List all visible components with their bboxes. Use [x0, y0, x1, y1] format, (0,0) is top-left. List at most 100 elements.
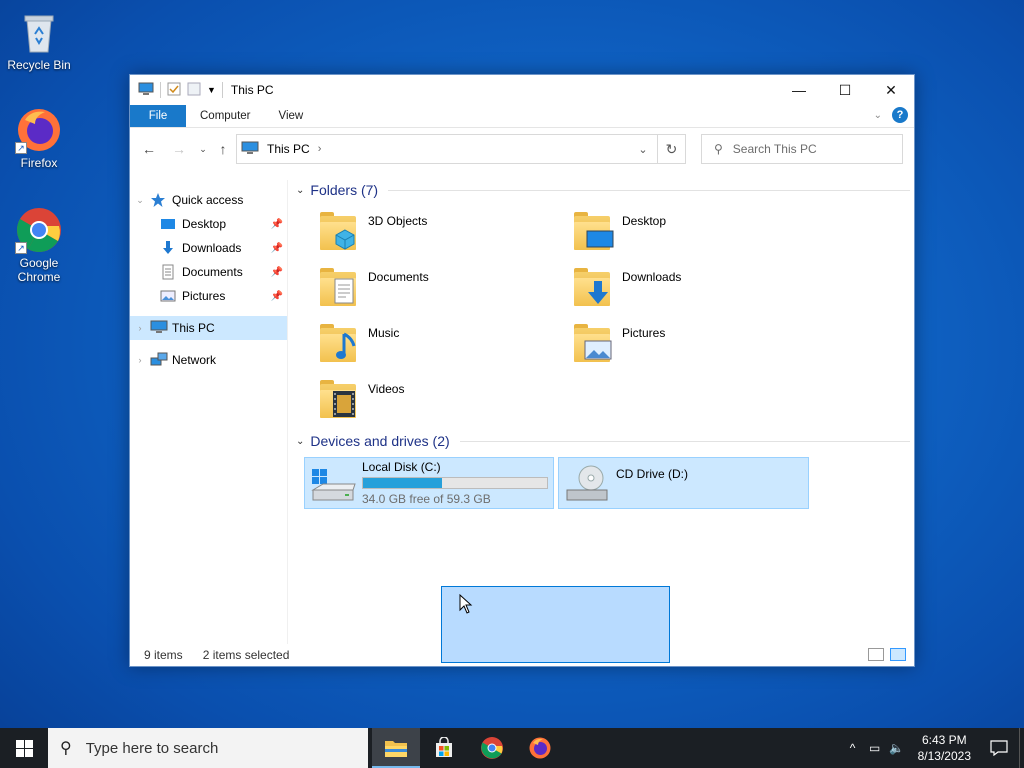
address-dropdown-icon[interactable]: ⌄: [629, 135, 657, 163]
folder-tile-downloads[interactable]: Downloads: [560, 264, 810, 314]
toolbar-separator: [221, 82, 223, 98]
group-title: Devices and drives (2): [310, 433, 450, 449]
desktop-icon-google-chrome[interactable]: ↗ Google Chrome: [1, 206, 77, 284]
show-hidden-icons-chevron-icon[interactable]: ^: [842, 741, 864, 755]
properties-icon[interactable]: [167, 82, 181, 99]
nav-quick-access[interactable]: ⌄ Quick access: [130, 188, 287, 212]
forward-arrow-icon[interactable]: →: [168, 138, 190, 160]
drive-tile-local-disk-c[interactable]: Local Disk (C:) 34.0 GB free of 59.3 GB: [304, 457, 554, 509]
search-icon: ⚲: [60, 740, 72, 757]
folder-tile-videos[interactable]: Videos: [306, 376, 556, 426]
maximize-button[interactable]: ☐: [822, 75, 868, 105]
network-status-icon[interactable]: ▭: [864, 741, 886, 755]
up-arrow-icon[interactable]: ↑: [212, 138, 234, 160]
breadcrumb-this-pc[interactable]: This PC: [267, 142, 310, 156]
chrome-icon: ↗: [15, 206, 63, 254]
volume-icon[interactable]: 🔈: [886, 741, 908, 755]
cd-drive-icon: [563, 464, 611, 507]
folder-label: 3D Objects: [368, 214, 428, 228]
drive-usage-bar: [362, 477, 548, 489]
new-folder-icon[interactable]: [187, 82, 201, 99]
nav-item-desktop[interactable]: Desktop 📌: [130, 212, 287, 236]
tab-view[interactable]: View: [265, 105, 318, 127]
customize-toolbar-dropdown-icon[interactable]: ▼: [207, 85, 216, 95]
desktop-icon-firefox[interactable]: ↗ Firefox: [1, 106, 77, 170]
taskbar-firefox[interactable]: [516, 728, 564, 768]
collapsed-chevron-icon[interactable]: ›: [134, 355, 146, 365]
title-bar[interactable]: ▼ This PC — ☐ ✕: [130, 75, 914, 105]
nav-item-documents[interactable]: Documents 📌: [130, 260, 287, 284]
desktop-icon-recycle-bin[interactable]: Recycle Bin: [1, 8, 77, 72]
desktop-icon: [160, 216, 176, 232]
firefox-icon: ↗: [15, 106, 63, 154]
folder-tile-pictures[interactable]: Pictures: [560, 320, 810, 370]
system-tray: ^ ▭ 🔈 6:43 PM 8/13/2023: [842, 728, 1024, 768]
address-bar[interactable]: This PC › ⌄: [236, 134, 658, 164]
desktop-icon-label: Firefox: [20, 156, 58, 170]
pin-icon[interactable]: 📌: [271, 267, 283, 278]
group-divider: [459, 440, 910, 442]
nav-item-downloads[interactable]: Downloads 📌: [130, 236, 287, 260]
show-desktop-button[interactable]: [1019, 728, 1024, 768]
folder-tile-documents[interactable]: Documents: [306, 264, 556, 314]
pin-icon[interactable]: 📌: [271, 219, 283, 230]
taskbar-search-box[interactable]: ⚲ Type here to search: [48, 728, 368, 768]
start-button[interactable]: [0, 728, 48, 768]
window-controls: — ☐ ✕: [776, 75, 914, 105]
back-arrow-icon[interactable]: ←: [138, 138, 160, 160]
action-center-button[interactable]: [979, 728, 1019, 768]
taskbar-microsoft-store[interactable]: [420, 728, 468, 768]
nav-item-network[interactable]: › Network: [130, 348, 287, 372]
navigation-pane: ⌄ Quick access Desktop 📌 Downloads 📌 Doc…: [130, 180, 288, 644]
3d-objects-folder-icon: [316, 208, 362, 254]
pin-icon[interactable]: 📌: [271, 291, 283, 302]
group-header-folders[interactable]: ⌄ Folders (7): [296, 182, 910, 198]
window-title: This PC: [230, 83, 274, 97]
minimize-button[interactable]: —: [776, 75, 822, 105]
chrome-icon: [481, 737, 503, 759]
expanded-chevron-icon[interactable]: ⌄: [134, 195, 146, 206]
quick-access-toolbar: ▼: [130, 82, 223, 99]
desktop-folder-icon: [570, 208, 616, 254]
taskbar-google-chrome[interactable]: [468, 728, 516, 768]
breadcrumb-chevron-icon[interactable]: ›: [318, 143, 322, 155]
microsoft-store-icon: [436, 737, 452, 757]
group-divider: [388, 189, 910, 191]
nav-item-this-pc[interactable]: › This PC: [130, 316, 287, 340]
desktop-icon-label: Recycle Bin: [7, 58, 71, 72]
details-view-icon[interactable]: [868, 648, 884, 661]
search-placeholder: Search This PC: [732, 142, 817, 156]
taskbar-search-placeholder: Type here to search: [85, 739, 219, 757]
folder-label: Music: [368, 326, 400, 340]
group-header-devices[interactable]: ⌄ Devices and drives (2): [296, 433, 910, 449]
tab-file[interactable]: File: [130, 105, 186, 127]
download-arrow-icon: [160, 240, 176, 256]
network-icon: [150, 352, 168, 368]
pin-icon[interactable]: 📌: [271, 243, 283, 254]
ribbon-tabs: File Computer View ⌄ ?: [130, 105, 914, 127]
help-button[interactable]: ?: [892, 107, 908, 123]
tiles-view-icon[interactable]: [890, 648, 906, 661]
nav-label: Desktop: [182, 217, 227, 231]
group-collapse-chevron-icon[interactable]: ⌄: [296, 185, 304, 196]
group-collapse-chevron-icon[interactable]: ⌄: [296, 436, 304, 447]
recent-locations-chevron-icon[interactable]: ⌄: [192, 138, 214, 160]
drive-tile-cd-drive-d[interactable]: CD Drive (D:): [558, 457, 809, 509]
videos-folder-icon: [316, 376, 362, 422]
search-input[interactable]: ⚲ Search This PC: [701, 134, 903, 164]
windows-drive-icon: [309, 466, 357, 507]
collapsed-chevron-icon[interactable]: ›: [134, 323, 146, 333]
document-icon: [160, 264, 176, 280]
expand-ribbon-chevron-icon[interactable]: ⌄: [874, 110, 882, 121]
clock[interactable]: 6:43 PM 8/13/2023: [918, 732, 971, 764]
taskbar-file-explorer[interactable]: [372, 728, 420, 768]
nav-item-pictures[interactable]: Pictures 📌: [130, 284, 287, 308]
mouse-cursor-icon: [459, 594, 473, 614]
refresh-button[interactable]: ↻: [658, 134, 686, 164]
recycle-bin-icon: [15, 8, 63, 56]
folder-tile-3d-objects[interactable]: 3D Objects: [306, 208, 556, 258]
tab-computer[interactable]: Computer: [186, 105, 265, 127]
folder-tile-music[interactable]: Music: [306, 320, 556, 370]
close-button[interactable]: ✕: [868, 75, 914, 105]
folder-tile-desktop[interactable]: Desktop: [560, 208, 810, 258]
